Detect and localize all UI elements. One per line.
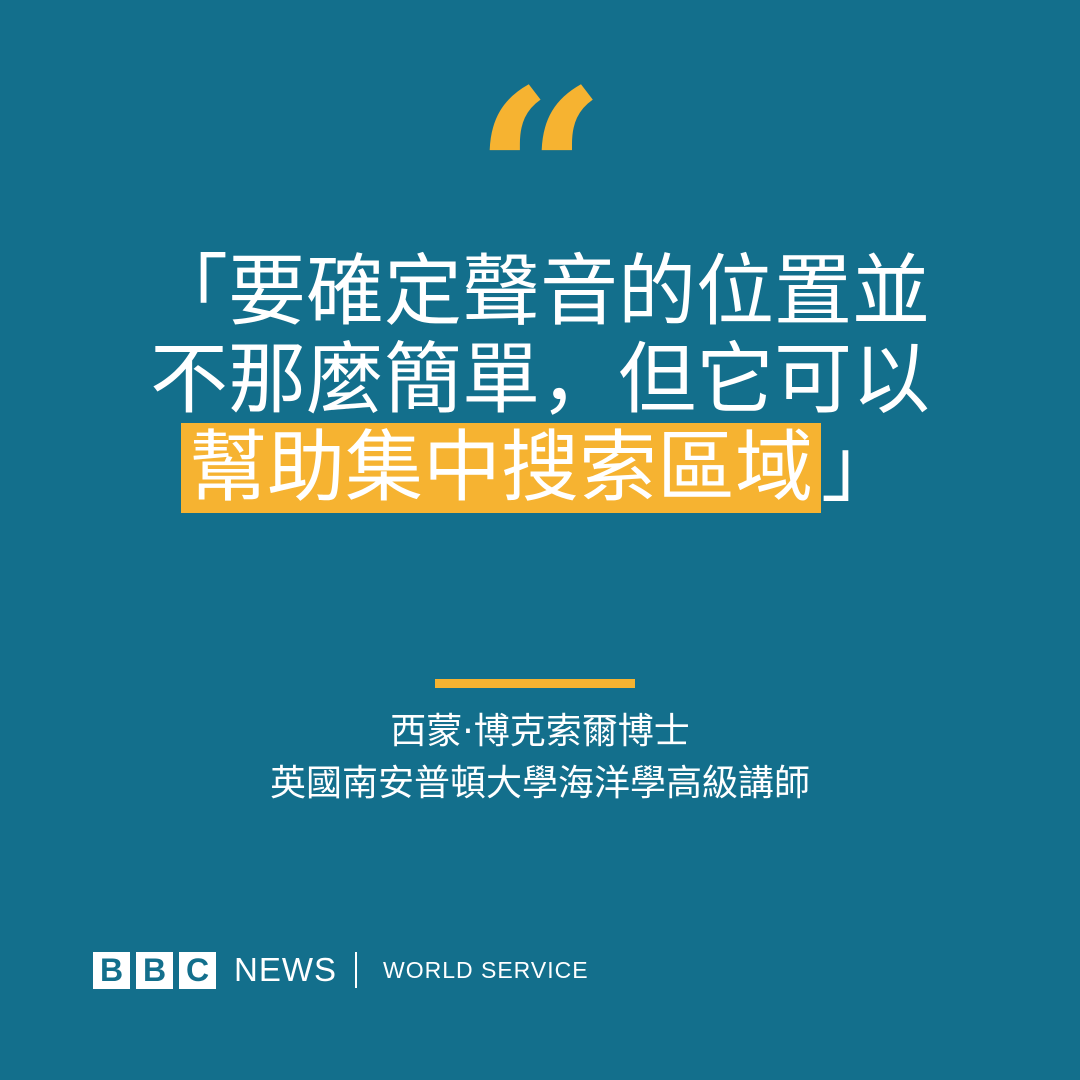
- divider: [435, 679, 635, 688]
- bbc-logo: B B C: [93, 951, 216, 989]
- logo-separator: [355, 952, 357, 988]
- quote-text: 「要確定聲音的位置並 不那麼簡單，但它可以 幫助集中搜索區域」: [0, 247, 1080, 513]
- news-wordmark: NEWS: [234, 951, 337, 988]
- attribution: 西蒙·博克索爾博士 英國南安普頓大學海洋學高級講師: [0, 706, 1080, 810]
- quote-line-2: 不那麼簡單，但它可以: [149, 335, 930, 425]
- quote-card: “ 「要確定聲音的位置並 不那麼簡單，但它可以 幫助集中搜索區域」 西蒙·博克索…: [0, 0, 1080, 1080]
- speaker-name: 西蒙·博克索爾博士: [390, 711, 690, 752]
- bbc-logo-block: B: [136, 951, 173, 989]
- speaker-title: 英國南安普頓大學海洋學高級講師: [269, 763, 810, 804]
- quote-line-3: 幫助集中搜索區域」: [0, 423, 1080, 513]
- highlighted-phrase: 幫助集中搜索區域: [180, 423, 821, 513]
- bbc-logo-block: C: [179, 951, 216, 989]
- world-service-wordmark: WORLD SERVICE: [383, 956, 589, 983]
- quote-line-1: 「要確定聲音的位置並: [149, 247, 930, 337]
- quotation-mark-icon: “: [473, 40, 607, 310]
- closing-bracket: 」: [821, 423, 900, 513]
- bbc-logo-block: B: [93, 951, 130, 989]
- bbc-world-service-logo: B B C NEWS WORLD SERVICE: [93, 950, 589, 990]
